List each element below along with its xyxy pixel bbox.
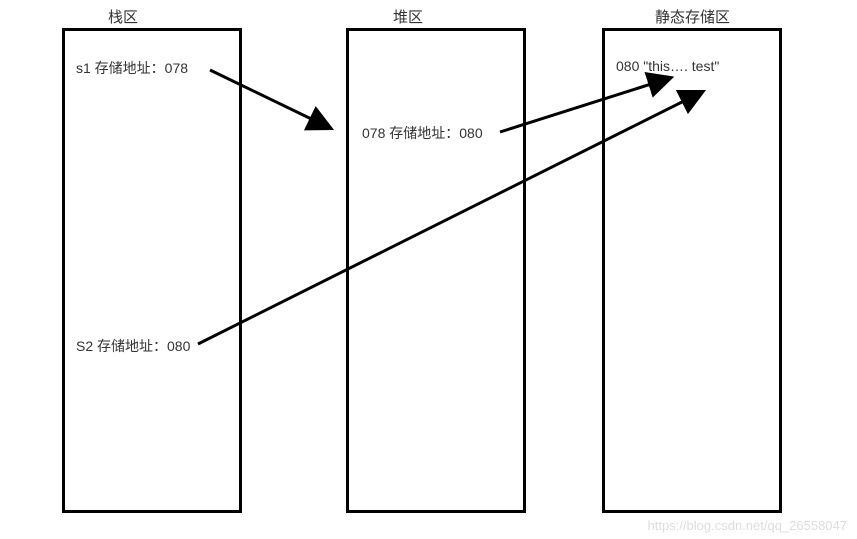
- stack-entry-s1: s1 存储地址：078: [76, 58, 188, 78]
- heap-entry: 078 存储地址：080: [362, 123, 483, 143]
- static-title: 静态存储区: [655, 6, 730, 27]
- static-entry: 080 "this…. test": [616, 58, 719, 74]
- stack-title: 栈区: [108, 6, 138, 27]
- heap-box: [346, 28, 526, 513]
- stack-entry-s2: S2 存储地址：080: [76, 336, 190, 356]
- watermark: https://blog.csdn.net/qq_26558047: [648, 518, 848, 533]
- heap-title: 堆区: [393, 6, 423, 27]
- stack-box: [62, 28, 242, 513]
- static-box: [602, 28, 782, 513]
